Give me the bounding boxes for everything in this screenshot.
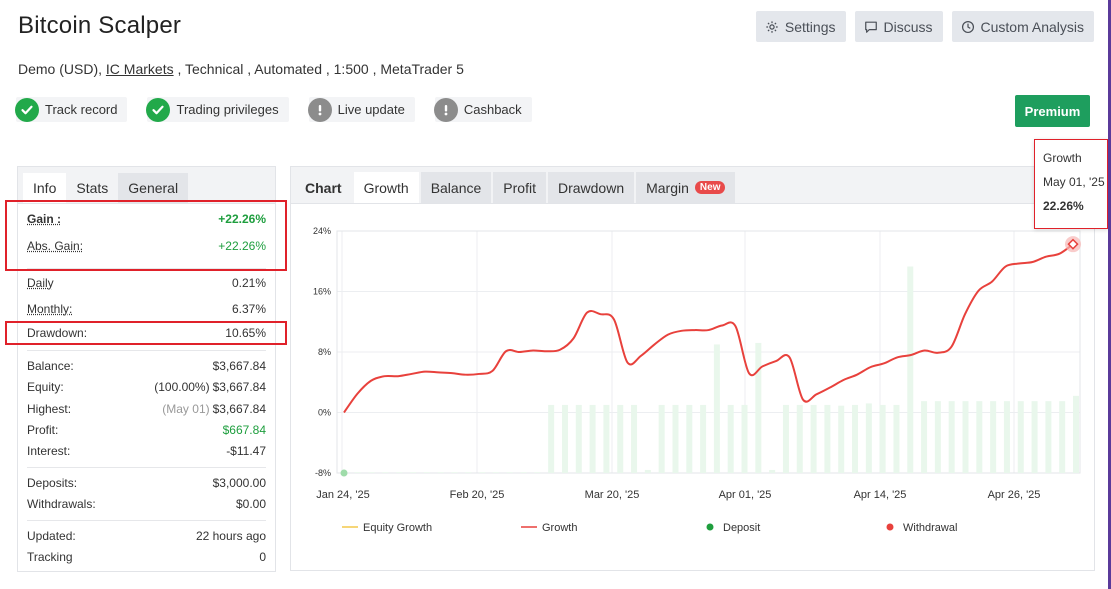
bar [921,401,928,473]
bar [396,472,403,473]
bar [769,469,776,473]
bar [368,472,375,473]
bar [479,472,486,473]
legend-label: Growth [542,522,577,534]
bar [644,469,651,473]
tooltip-series: Growth [1043,151,1082,165]
tooltip-date: May 01, '25 [1043,175,1105,189]
bar [423,472,430,473]
bar [492,472,499,473]
bar [575,404,582,473]
legend-label: Equity Growth [363,522,432,534]
bar [838,405,845,473]
bar [561,404,568,473]
x-tick-label: Apr 14, '25 [854,489,907,501]
legend-swatch [886,523,894,531]
bar [410,472,417,473]
deposit-marker [340,469,348,477]
bar [713,344,720,473]
bar [990,401,997,473]
bar [354,472,361,473]
legend-label: Deposit [723,522,760,534]
bar [893,404,900,473]
bar [548,404,555,473]
x-tick-label: Apr 26, '25 [988,489,1041,501]
bar [865,403,872,473]
bar [631,404,638,473]
y-tick-label: 8% [318,347,331,357]
chart-tooltip: Growth May 01, '25 22.26% [1034,139,1108,229]
growth-chart: 24% 16% 8% 0% -8% Jan 24, '25 Feb 20, '25 Mar 2… [313,226,1081,534]
bar [658,404,665,473]
bar [465,472,472,473]
bar [451,472,458,473]
bar [962,401,969,473]
page: Bitcoin Scalper Settings Discuss Custom … [0,0,1111,589]
bar [700,404,707,473]
x-tick-label: Apr 01, '25 [719,489,772,501]
bar [934,401,941,473]
bar [1017,401,1024,473]
bar [617,404,624,473]
bar [534,472,541,473]
bar [1045,401,1052,473]
bar [1031,401,1038,473]
y-tick-label: 16% [313,287,331,297]
bar [755,342,762,473]
bar [741,404,748,473]
bar [382,472,389,473]
bar [520,472,527,473]
x-tick-label: Jan 24, '25 [316,489,369,501]
y-tick-label: 0% [318,408,331,418]
bar [948,401,955,473]
y-tick-label: -8% [315,468,331,478]
x-tick-label: Feb 20, '25 [450,489,505,501]
bar [589,404,596,473]
bar [672,404,679,473]
bar [879,404,886,473]
bar [1073,395,1079,473]
bar [852,404,859,473]
y-tick-label: 24% [313,226,331,236]
bar [686,404,693,473]
bar [976,401,983,473]
bar [810,404,817,473]
bar [1003,401,1010,473]
growth-line [343,243,1074,414]
x-tick-label: Mar 20, '25 [585,489,640,501]
bar [796,404,803,473]
bar [727,404,734,473]
tooltip-value: 22.26% [1043,199,1084,213]
bar [603,404,610,473]
legend-swatch [706,523,714,531]
bar [506,472,513,473]
bar [907,266,914,473]
bar [1059,401,1066,473]
bar [824,404,831,473]
bar [437,472,444,473]
legend-label: Withdrawal [903,522,957,534]
bar [782,404,789,473]
